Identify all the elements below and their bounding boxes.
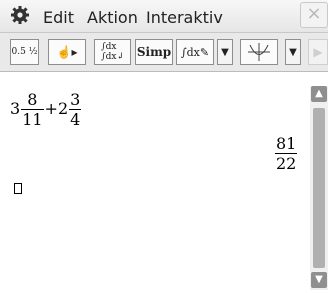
plus-operator: + xyxy=(44,99,58,118)
denominator-2: 4 xyxy=(70,110,81,129)
play-icon: ▶ xyxy=(313,45,323,59)
scroll-down-button[interactable]: ▼ xyxy=(311,272,327,288)
numerator-1: 8 xyxy=(27,90,38,109)
graph-button[interactable] xyxy=(240,39,278,65)
hand-pointer-icon: ☝▸ xyxy=(56,45,78,59)
result-output: 81 22 xyxy=(274,134,298,173)
chevron-down-icon: ▼ xyxy=(221,46,229,58)
simp-button[interactable]: Simp xyxy=(135,39,173,65)
chevron-down-icon: ▼ xyxy=(289,46,297,58)
input-cursor[interactable] xyxy=(14,183,22,194)
menu-edit[interactable]: Edit xyxy=(43,8,74,27)
gear-icon[interactable] xyxy=(10,5,30,25)
result-denominator: 22 xyxy=(276,154,297,173)
integral-pen-icon: ∫dx✎ xyxy=(180,45,210,59)
integral-pen-button[interactable]: ∫dx✎ xyxy=(176,39,214,65)
numerator-2: 3 xyxy=(70,90,81,109)
dropdown-1-button[interactable]: ▼ xyxy=(217,39,233,65)
graph-icon xyxy=(248,43,270,61)
menu-aktion[interactable]: Aktion xyxy=(87,8,138,27)
decimal-fraction-icon: 0.5 ½ xyxy=(11,46,38,57)
decimal-fraction-button[interactable]: 0.5 ½ xyxy=(10,39,39,65)
vertical-scrollbar[interactable]: ▲ ▼ xyxy=(310,86,328,290)
menu-bar: Edit Aktion Interaktiv × xyxy=(0,0,328,33)
result-numerator: 81 xyxy=(276,134,297,153)
toolbar: 0.5 ½ ☝▸ ∫dx ∫dx↲ Simp ∫dx✎ ▼ ▼ ▶ xyxy=(0,33,328,72)
scroll-up-icon: ▲ xyxy=(315,88,323,99)
menu-interaktiv[interactable]: Interaktiv xyxy=(146,8,223,27)
scroll-down-icon: ▼ xyxy=(315,274,323,285)
scroll-thumb[interactable] xyxy=(313,108,325,268)
whole-part-1: 3 xyxy=(10,99,21,118)
close-icon: × xyxy=(306,3,322,24)
denominator-1: 11 xyxy=(22,110,43,129)
result-fraction: 81 22 xyxy=(275,134,298,173)
play-button[interactable]: ▶ xyxy=(308,39,328,65)
dropdown-2-button[interactable]: ▼ xyxy=(285,39,301,65)
fraction-1: 8 11 xyxy=(21,90,44,129)
main-workspace[interactable]: 3 8 11 +2 3 4 81 22 xyxy=(0,72,308,293)
simp-label: Simp xyxy=(136,45,172,59)
close-button[interactable]: × xyxy=(300,2,328,28)
integral-switch-icon: ∫dx ∫dx↲ xyxy=(100,42,125,62)
integral-switch-button[interactable]: ∫dx ∫dx↲ xyxy=(94,39,131,65)
input-expression[interactable]: 3 8 11 +2 3 4 xyxy=(10,90,82,129)
scroll-up-button[interactable]: ▲ xyxy=(311,86,327,102)
fraction-2: 34 xyxy=(69,90,82,129)
whole-part-2: 2 xyxy=(57,99,69,118)
hand-arrow-button[interactable]: ☝▸ xyxy=(48,39,86,65)
